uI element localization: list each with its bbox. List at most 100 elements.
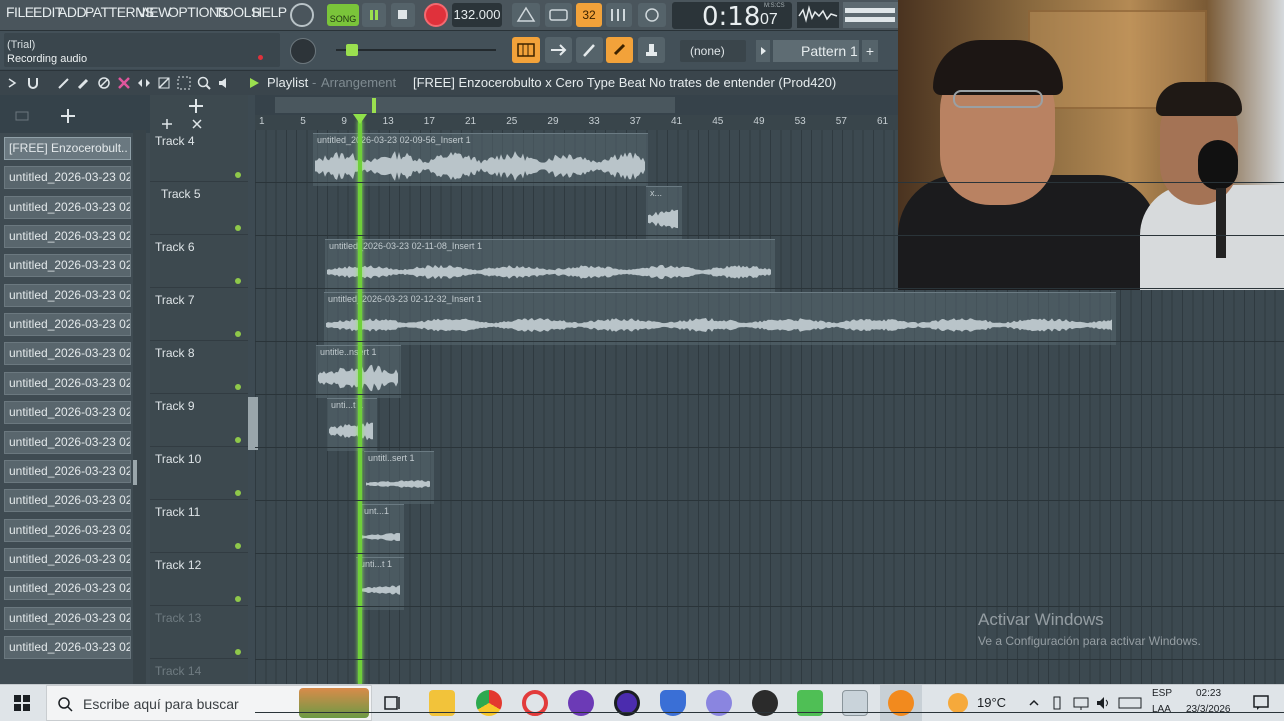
- select-tool-icon[interactable]: [176, 75, 192, 91]
- pause-button[interactable]: [362, 3, 386, 27]
- track-enable-led[interactable]: [235, 331, 241, 337]
- master-volume-knob[interactable]: [290, 3, 314, 27]
- clip-source-item[interactable]: untitled_2026-03-23 02-..: [4, 283, 131, 307]
- track-enable-led[interactable]: [235, 649, 241, 655]
- playhead[interactable]: [358, 120, 362, 685]
- record-button[interactable]: [424, 3, 448, 27]
- network-icon[interactable]: [1072, 695, 1090, 711]
- slice-tool-icon[interactable]: [156, 75, 172, 91]
- close-icon[interactable]: [190, 117, 204, 131]
- wait-input-button[interactable]: [545, 3, 572, 27]
- usb-icon[interactable]: [1050, 695, 1064, 711]
- clip-list-scrollbar[interactable]: [133, 130, 146, 685]
- clip-source-item[interactable]: untitled_2026-03-23 02-..: [4, 254, 131, 278]
- clip-source-item[interactable]: untitled_2026-03-23 02-..: [4, 313, 131, 337]
- volume-slider-handle[interactable]: [346, 44, 358, 56]
- notifications-icon[interactable]: [1252, 694, 1270, 712]
- menu-view[interactable]: VIEW: [137, 4, 171, 20]
- magnet-icon[interactable]: [26, 75, 40, 91]
- add-track-icon[interactable]: [160, 117, 174, 131]
- audio-clip[interactable]: untitled_2026-03-23 02-11-08_Insert 1: [325, 239, 775, 292]
- timeline-scroll[interactable]: [255, 95, 898, 115]
- time-display[interactable]: 0:18 07 M:S:CS: [672, 2, 792, 32]
- clip-source-item[interactable]: untitled_2026-03-23 02-..: [4, 518, 131, 542]
- keyboard-icon[interactable]: [1118, 695, 1142, 711]
- weather-icon[interactable]: [948, 693, 968, 713]
- clip-source-item-selected[interactable]: [FREE] Enzocerobult..: [4, 137, 131, 160]
- mute-tool-icon[interactable]: [96, 75, 112, 91]
- loop-record-button[interactable]: [638, 3, 666, 27]
- menu-file[interactable]: FILE: [6, 4, 34, 20]
- track-header[interactable]: Track 12: [150, 554, 248, 606]
- pencil-tool-button[interactable]: [576, 37, 603, 63]
- language-code[interactable]: ESP: [1152, 688, 1172, 699]
- weather-temp[interactable]: 19°C: [977, 695, 1006, 710]
- song-position-marker[interactable]: [372, 98, 376, 113]
- track-header[interactable]: Track 7: [150, 289, 248, 341]
- audio-clip[interactable]: untitl..sert 1: [364, 451, 434, 504]
- clip-source-item[interactable]: untitled_2026-03-23 02-..: [4, 635, 131, 659]
- track-header[interactable]: Track 6: [150, 236, 248, 288]
- track-enable-led[interactable]: [235, 172, 241, 178]
- clock-time[interactable]: 02:23: [1196, 688, 1221, 699]
- clip-source-item[interactable]: untitled_2026-03-23 02-..: [4, 225, 131, 249]
- step-edit-button[interactable]: [606, 3, 632, 27]
- paint-brush-icon[interactable]: [76, 75, 92, 91]
- track-header[interactable]: Track 5: [150, 183, 248, 235]
- audio-clip[interactable]: x...: [646, 186, 682, 239]
- link-button[interactable]: [606, 37, 633, 63]
- pencil-tool-icon[interactable]: [56, 75, 72, 91]
- track-header[interactable]: Track 10: [150, 448, 248, 500]
- track-header[interactable]: Track 8: [150, 342, 248, 394]
- task-view-icon[interactable]: [384, 695, 402, 711]
- speaker-icon[interactable]: [216, 75, 232, 91]
- audio-clip[interactable]: unt...1: [360, 504, 404, 557]
- metronome-button[interactable]: [512, 3, 540, 27]
- countdown-button[interactable]: 32: [576, 3, 602, 27]
- playhead-marker-icon[interactable]: [352, 113, 368, 125]
- piano-roll-button[interactable]: [512, 37, 540, 63]
- track-header[interactable]: Track 13: [150, 607, 248, 659]
- playlist-play-icon[interactable]: [246, 75, 262, 91]
- clip-source-item[interactable]: untitled_2026-03-23 02-..: [4, 371, 131, 395]
- clip-source-item[interactable]: untitled_2026-03-23 02-..: [4, 547, 131, 571]
- clip-source-item[interactable]: untitled_2026-03-23 02-..: [4, 577, 131, 601]
- menu-help[interactable]: HELP: [252, 4, 287, 20]
- song-mode-toggle[interactable]: SONG: [327, 4, 359, 26]
- track-enable-led[interactable]: [235, 490, 241, 496]
- fl-studio-taskbar-item[interactable]: [880, 685, 922, 721]
- track-enable-led[interactable]: [235, 543, 241, 549]
- pattern-prev-button[interactable]: [756, 40, 770, 62]
- audio-clip[interactable]: untitled_2026-03-23 02-09-56_Insert 1: [313, 133, 648, 186]
- clip-source-item[interactable]: untitled_2026-03-23 02-..: [4, 195, 131, 219]
- clip-source-item[interactable]: untitled_2026-03-23 02-..: [4, 166, 131, 190]
- clip-source-item[interactable]: untitled_2026-03-23 02-..: [4, 342, 131, 366]
- slip-tool-icon[interactable]: [136, 75, 152, 91]
- audio-clip[interactable]: unti...t 1: [327, 398, 377, 451]
- clip-source-item[interactable]: untitled_2026-03-23 02-..: [4, 401, 131, 425]
- keyboard-layout[interactable]: LAA: [1152, 704, 1171, 715]
- channel-selector[interactable]: (none): [680, 40, 746, 62]
- arrow-tool-button[interactable]: [545, 37, 572, 63]
- windows-start-icon[interactable]: [14, 695, 30, 711]
- volume-icon[interactable]: [1095, 695, 1113, 711]
- clip-source-item[interactable]: untitled_2026-03-23 02-..: [4, 430, 131, 454]
- master-volume-slider[interactable]: [336, 44, 496, 56]
- add-pattern-button[interactable]: +: [862, 40, 878, 62]
- zoom-icon[interactable]: [196, 75, 212, 91]
- clip-source-item[interactable]: untitled_2026-03-23 02-..: [4, 606, 131, 630]
- audio-clip[interactable]: unti...t 1: [356, 557, 404, 610]
- track-enable-led[interactable]: [235, 225, 241, 231]
- track-enable-led[interactable]: [235, 437, 241, 443]
- audio-clip[interactable]: untitled_2026-03-23 02-12-32_Insert 1: [324, 292, 1116, 345]
- stamp-button[interactable]: [638, 37, 665, 63]
- master-pitch-knob[interactable]: [290, 38, 316, 64]
- timeline-scroll-thumb[interactable]: [275, 97, 675, 113]
- taskbar-search-box[interactable]: Escribe aquí para buscar: [46, 685, 372, 721]
- menu-add[interactable]: ADD: [58, 4, 87, 20]
- clip-source-item[interactable]: untitled_2026-03-23 02-..: [4, 459, 131, 483]
- track-enable-led[interactable]: [235, 596, 241, 602]
- arrange-move-icon[interactable]: [188, 98, 204, 114]
- track-enable-led[interactable]: [235, 278, 241, 284]
- track-header[interactable]: Track 9: [150, 395, 248, 447]
